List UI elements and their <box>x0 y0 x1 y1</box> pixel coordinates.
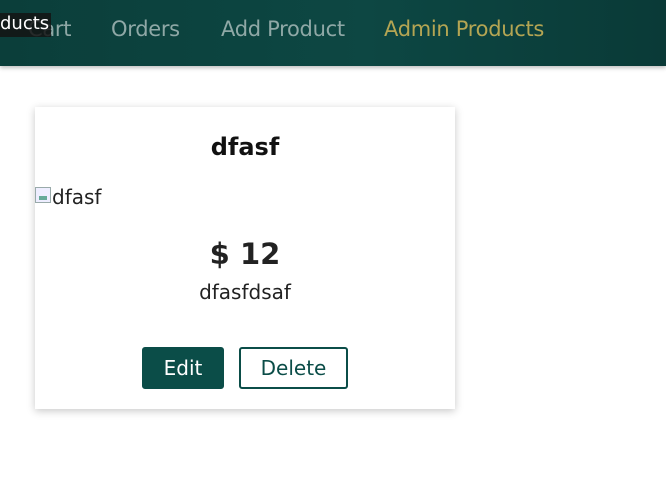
nav-add-product-link[interactable]: Add Product <box>221 17 345 41</box>
nav-orders-link[interactable]: Orders <box>111 17 180 41</box>
top-navbar: Cart Orders Add Product Admin Products d… <box>0 0 666 66</box>
product-description: dfasfdsaf <box>199 280 291 304</box>
delete-button[interactable]: Delete <box>239 347 348 389</box>
product-price: $ 12 <box>209 237 281 271</box>
product-title: dfasf <box>210 133 280 161</box>
product-card: dfasf dfasf $ 12 dfasfdsaf Edit Delete <box>35 107 455 409</box>
product-image: dfasf <box>35 185 101 209</box>
edit-button[interactable]: Edit <box>142 347 224 389</box>
broken-image-icon <box>35 187 51 203</box>
overlay-tab-label: ducts <box>0 13 52 37</box>
nav-admin-products-link[interactable]: Admin Products <box>384 17 544 41</box>
product-image-alt: dfasf <box>52 185 102 209</box>
